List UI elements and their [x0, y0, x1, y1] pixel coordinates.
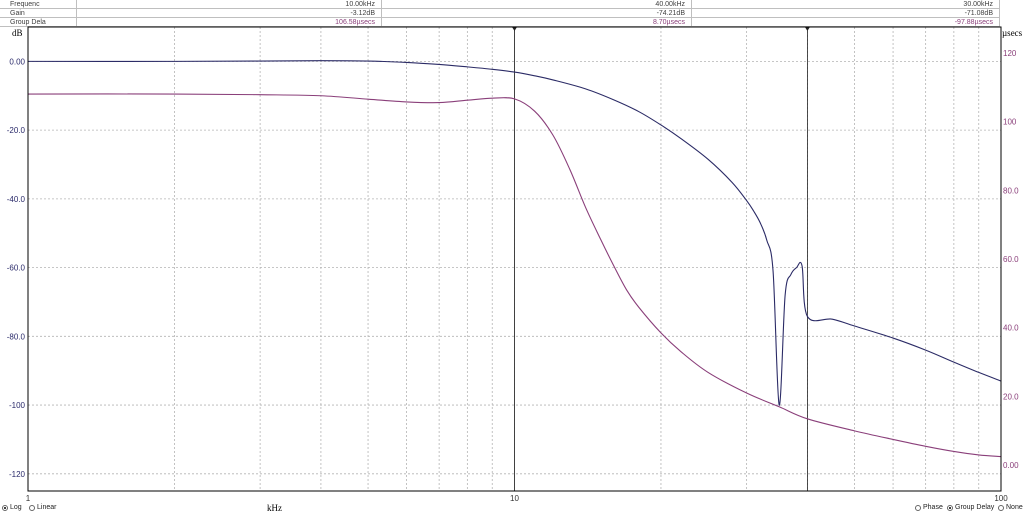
y2-tick-label: 0.00	[1003, 461, 1019, 470]
y2-axis-label: µsecs	[1002, 28, 1023, 38]
y-tick-label: -100	[9, 401, 26, 410]
radio-label: Phase	[923, 504, 943, 511]
xscale-log-radio[interactable]: Log	[2, 504, 22, 511]
secondary-none-radio[interactable]: None	[998, 504, 1023, 511]
secondary-group-delay-radio[interactable]: Group Delay	[947, 504, 994, 511]
bode-plot[interactable]: 0.00 -20.0 -40.0 -60.0 -80.0 -100 -120 1…	[0, 0, 1024, 514]
y-axis-ticks: 0.00 -20.0 -40.0 -60.0 -80.0 -100 -120	[7, 57, 26, 478]
y-tick-label: -60.0	[7, 264, 26, 273]
radio-label: None	[1006, 504, 1023, 511]
y2-tick-label: 120	[1003, 49, 1017, 58]
cursor-marker-icon[interactable]	[512, 27, 517, 31]
y2-tick-label: 60.0	[1003, 255, 1019, 264]
xscale-linear-radio[interactable]: Linear	[29, 504, 56, 511]
radio-dot-icon	[947, 504, 953, 511]
radio-label: Log	[10, 504, 22, 511]
y-tick-label: -80.0	[7, 332, 26, 341]
y-tick-label: -40.0	[7, 195, 26, 204]
y-tick-label: -20.0	[7, 126, 26, 135]
y2-tick-label: 40.0	[1003, 324, 1019, 333]
y2-tick-label: 20.0	[1003, 392, 1019, 401]
secondary-phase-radio[interactable]: Phase	[915, 504, 943, 511]
cursor-marker-icon[interactable]	[804, 27, 810, 31]
y2-axis-ticks: 120 100 80.0 60.0 40.0 20.0 0.00	[1003, 49, 1019, 470]
y2-tick-label: 100	[1003, 118, 1017, 127]
radio-label: Group Delay	[955, 504, 995, 511]
radio-label: Linear	[37, 504, 57, 511]
bottom-controls: Log Linear Phase Group Delay None	[0, 502, 1024, 514]
radio-dot-icon	[29, 504, 35, 511]
radio-dot-icon	[998, 504, 1004, 511]
y-tick-label: 0.00	[9, 57, 25, 66]
radio-dot-icon	[2, 504, 8, 511]
y-axis-label: dB	[12, 28, 23, 38]
radio-dot-icon	[915, 504, 921, 511]
y-tick-label: -120	[9, 470, 26, 479]
y2-tick-label: 80.0	[1003, 186, 1019, 195]
